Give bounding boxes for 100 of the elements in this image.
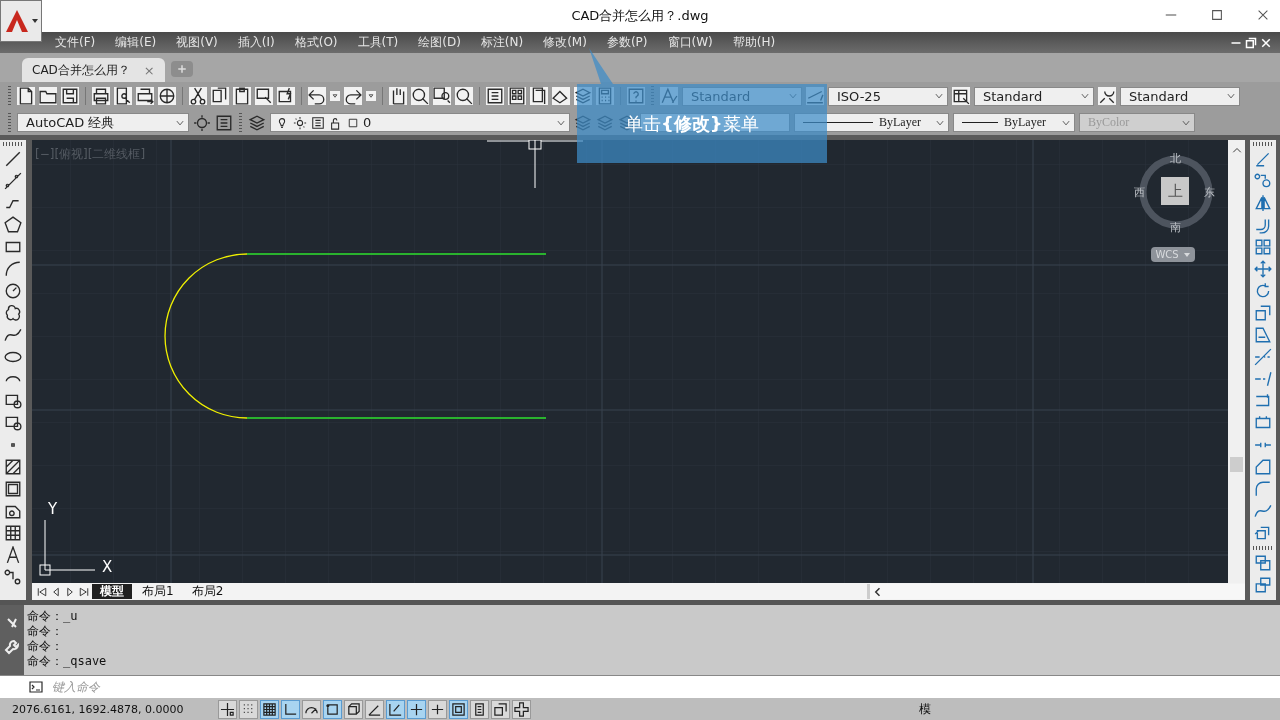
scissors-icon[interactable] — [189, 87, 207, 105]
scale-icon[interactable] — [1254, 304, 1272, 322]
vertical-scrollbar[interactable] — [1228, 140, 1245, 583]
line-icon[interactable] — [4, 150, 22, 168]
caret-icon[interactable] — [330, 91, 340, 101]
zoom-window-icon[interactable] — [433, 87, 451, 105]
3d-snap-toggle[interactable] — [344, 700, 363, 719]
mirror-icon[interactable] — [1254, 194, 1272, 212]
eraser-icon[interactable] — [1254, 150, 1272, 168]
draw-order-icon[interactable] — [1254, 554, 1272, 572]
model-space-label[interactable]: 模 — [919, 701, 931, 718]
snap-toggle[interactable] — [218, 700, 237, 719]
document-tab[interactable]: CAD合并怎么用？ × — [22, 58, 165, 82]
snap-grid-toggle[interactable] — [239, 700, 258, 719]
construction-line-icon[interactable] — [4, 172, 22, 190]
hand-icon[interactable] — [389, 87, 407, 105]
edit-spline-icon[interactable] — [1254, 502, 1272, 520]
command-prompt-icon[interactable] — [28, 679, 44, 695]
folder-icon[interactable] — [39, 87, 57, 105]
menu-item[interactable]: 插入(I) — [237, 34, 275, 51]
menu-item[interactable]: 窗口(W) — [667, 34, 713, 51]
caret-icon[interactable] — [366, 91, 376, 101]
wrench-icon[interactable] — [4, 639, 20, 655]
document-icon[interactable] — [17, 87, 35, 105]
chamfer-icon[interactable] — [1254, 458, 1272, 476]
hatch-icon[interactable] — [4, 458, 22, 476]
annotation-toggle[interactable] — [512, 700, 531, 719]
undo-icon[interactable] — [308, 87, 326, 105]
multileader-style-icon[interactable] — [1098, 87, 1116, 105]
polygon-icon[interactable] — [4, 216, 22, 234]
menu-item[interactable]: 参数(P) — [606, 34, 648, 51]
copy-object-icon[interactable] — [1254, 172, 1272, 190]
tracking-toggle[interactable] — [365, 700, 384, 719]
compass-label[interactable]: 南 — [1170, 220, 1181, 235]
move-icon[interactable] — [1254, 260, 1272, 278]
menu-item[interactable]: 帮助(H) — [732, 34, 776, 51]
maximize-icon[interactable] — [1210, 8, 1224, 22]
scrollbar-thumb[interactable] — [1230, 457, 1243, 472]
lineweight-dropdown[interactable]: ByLayer — [953, 113, 1075, 132]
table-style-dropdown[interactable]: Standard — [974, 86, 1094, 106]
command-input[interactable]: 键入命令 — [50, 679, 1280, 695]
layout-tab[interactable]: 模型 — [92, 584, 132, 599]
layer-dropdown[interactable]: 0 — [270, 113, 570, 132]
gear-icon[interactable] — [193, 113, 211, 132]
selection-cycling-toggle[interactable] — [491, 700, 510, 719]
transparency-toggle[interactable] — [449, 700, 468, 719]
menu-item[interactable]: 格式(O) — [294, 34, 338, 51]
globe-icon[interactable] — [158, 87, 176, 105]
draw-order-back-icon[interactable] — [1254, 576, 1272, 594]
ortho-toggle[interactable] — [281, 700, 300, 719]
zoom-icon[interactable] — [411, 87, 429, 105]
menu-item[interactable]: 修改(M) — [543, 34, 587, 51]
copy-icon[interactable] — [211, 87, 229, 105]
clipboard-icon[interactable] — [233, 87, 251, 105]
sheets-icon[interactable] — [530, 87, 548, 105]
insert-block-icon[interactable] — [4, 392, 22, 410]
text-icon[interactable] — [4, 546, 22, 564]
floppy-disk-icon[interactable] — [61, 87, 79, 105]
extend-icon[interactable] — [1254, 370, 1272, 388]
zoom-previous-icon[interactable] — [455, 87, 473, 105]
trim-icon[interactable] — [1254, 348, 1272, 366]
fillet-icon[interactable] — [1254, 480, 1272, 498]
explode-icon[interactable] — [1254, 524, 1272, 542]
properties-icon[interactable] — [486, 87, 504, 105]
table-icon[interactable] — [4, 524, 22, 542]
grid-toggle[interactable] — [260, 700, 279, 719]
horizontal-scrollbar[interactable] — [867, 584, 1245, 599]
layer-properties-icon[interactable] — [248, 113, 266, 132]
rotate-icon[interactable] — [1254, 282, 1272, 300]
multileader-style-dropdown[interactable]: Standard — [1120, 86, 1240, 106]
compass-label[interactable]: 北 — [1170, 151, 1181, 166]
gradient-icon[interactable] — [4, 480, 22, 498]
add-selected-icon[interactable] — [4, 568, 22, 586]
close-tab-button[interactable]: × — [143, 62, 155, 78]
dimension-style-dropdown[interactable]: ISO-25 — [828, 86, 948, 106]
stretch-icon[interactable] — [1254, 326, 1272, 344]
menu-item[interactable]: 视图(V) — [176, 34, 218, 51]
dynamic-ucs-toggle[interactable] — [386, 700, 405, 719]
compass-label[interactable]: 西 — [1134, 185, 1145, 200]
menu-item[interactable]: 工具(T) — [357, 34, 399, 51]
quick-properties-toggle[interactable] — [470, 700, 489, 719]
menu-item[interactable]: 编辑(E) — [115, 34, 157, 51]
viewcube-face[interactable]: 上 — [1161, 177, 1189, 205]
menu-item[interactable]: 文件(F) — [55, 34, 96, 51]
object-snap-toggle[interactable] — [323, 700, 342, 719]
table-style-icon[interactable] — [952, 87, 970, 105]
polar-toggle[interactable] — [302, 700, 321, 719]
document-magnifier-icon[interactable] — [114, 87, 132, 105]
restore-icon[interactable] — [1245, 36, 1257, 49]
dynamic-input-toggle[interactable] — [407, 700, 426, 719]
workspace-dropdown[interactable]: AutoCAD 经典 — [17, 113, 189, 132]
array-icon[interactable] — [1254, 238, 1272, 256]
previous-layout-icon[interactable] — [50, 585, 62, 598]
next-layout-icon[interactable] — [64, 585, 76, 598]
menu-item[interactable]: 绘图(D) — [418, 34, 461, 51]
revision-cloud-icon[interactable] — [4, 304, 22, 322]
printer-icon[interactable] — [92, 87, 110, 105]
menu-item[interactable]: 标注(N) — [480, 34, 524, 51]
lightning-icon[interactable] — [277, 87, 295, 105]
arc-icon[interactable] — [4, 260, 22, 278]
